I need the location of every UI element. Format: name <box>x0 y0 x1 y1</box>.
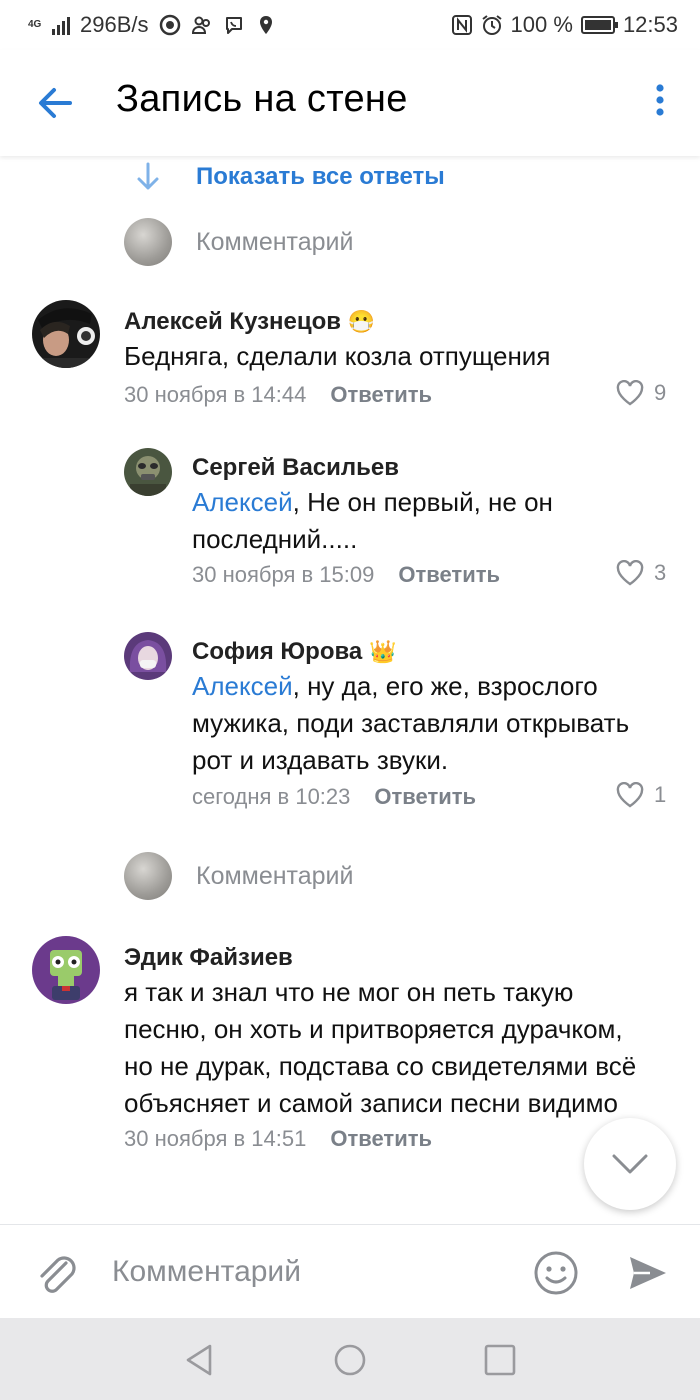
comment-meta: сегодня в 10:23 Ответить <box>192 784 476 810</box>
comment-meta: 30 ноября в 15:09 Ответить <box>192 562 500 588</box>
reply-comment-field[interactable]: Комментарий <box>124 852 353 900</box>
reply-button[interactable]: Ответить <box>330 382 432 408</box>
reply-comment-placeholder: Комментарий <box>196 861 354 890</box>
heart-icon <box>616 782 644 808</box>
comment-meta: 30 ноября в 14:44 Ответить <box>124 382 432 408</box>
user-photo-icon <box>124 448 172 496</box>
reply-button[interactable]: Ответить <box>330 1126 432 1152</box>
arrow-left-icon[interactable] <box>30 78 80 128</box>
comment-text: Бедняга, сделали козла отпущения <box>124 341 551 371</box>
battery-level-fill <box>584 20 611 30</box>
alarm-icon <box>481 15 502 35</box>
reply-comment-field[interactable]: Комментарий <box>124 218 353 266</box>
like-button[interactable]: 9 <box>616 380 666 406</box>
more-vertical-icon[interactable] <box>650 82 670 122</box>
arrow-down-icon <box>137 162 159 190</box>
like-button[interactable]: 3 <box>616 560 666 586</box>
show-all-replies-label: Показать все ответы <box>196 163 445 190</box>
comment-author[interactable]: София Юрова 👑 <box>192 638 396 666</box>
comment-input[interactable]: Комментарий <box>112 1255 301 1289</box>
location-icon <box>259 16 272 34</box>
user-photo-icon <box>32 300 100 368</box>
author-name: Алексей Кузнецов <box>124 308 342 335</box>
signal-icon <box>52 15 70 35</box>
user-photo-icon <box>32 936 100 1004</box>
smile-icon[interactable] <box>532 1249 580 1297</box>
show-all-replies-link[interactable]: Показать все ответы <box>134 160 445 194</box>
avatar[interactable] <box>32 300 100 368</box>
people-icon <box>191 16 210 34</box>
comment-date: 30 ноября в 15:09 <box>192 562 375 587</box>
avatar <box>124 218 172 266</box>
like-count: 1 <box>654 782 667 807</box>
user-photo-icon <box>124 632 172 680</box>
comment-meta: 30 ноября в 14:51 Ответить <box>124 1126 432 1152</box>
app-bar: Запись на стене <box>0 50 700 156</box>
avatar[interactable] <box>124 448 172 496</box>
heart-icon <box>616 380 644 406</box>
battery-percent: 100 % <box>510 12 573 37</box>
nav-recents-icon[interactable] <box>482 1342 518 1378</box>
avatar[interactable] <box>124 632 172 680</box>
record-icon <box>159 14 180 36</box>
comment-date: сегодня в 10:23 <box>192 784 351 809</box>
comment-author[interactable]: Алексей Кузнецов 😷 <box>124 308 375 336</box>
avatar <box>124 852 172 900</box>
status-bar: 4G 296B/s 100 % 12:53 <box>0 0 700 50</box>
comment-author[interactable]: Сергей Васильев <box>192 454 399 482</box>
viber-icon <box>225 17 242 34</box>
comment-text: Алексей, ну да, его же, взрослого мужика… <box>192 668 672 779</box>
nfc-icon <box>451 15 472 35</box>
paperclip-icon[interactable] <box>34 1249 78 1297</box>
avatar[interactable] <box>32 936 100 1004</box>
reply-comment-item: Сергей Васильев Алексей, Не он первый, н… <box>0 448 700 598</box>
author-name: София Юрова <box>192 638 363 665</box>
crown-emoji-icon: 👑 <box>368 639 397 664</box>
like-count: 3 <box>654 560 667 585</box>
system-navigation-bar <box>0 1318 700 1400</box>
comment-text: я так и знал что не мог он петь такую пе… <box>124 977 637 1118</box>
network-type-indicator: 4G <box>28 19 42 30</box>
chevron-down-icon <box>612 1154 648 1174</box>
reply-button[interactable]: Ответить <box>398 562 500 588</box>
like-count: 9 <box>654 380 667 405</box>
network-speed: 296B/s <box>80 12 149 37</box>
compose-bar: Комментарий <box>0 1224 700 1318</box>
comment-text: Алексей, Не он первый, не он последний..… <box>192 484 622 558</box>
mention-link[interactable]: Алексей <box>192 487 293 517</box>
mask-emoji-icon: 😷 <box>347 309 376 334</box>
page-title: Запись на стене <box>116 78 408 120</box>
nav-back-icon[interactable] <box>182 1342 218 1378</box>
comments-feed[interactable]: Показать все ответы Комментарий Алексей … <box>0 156 700 1224</box>
like-button[interactable]: 1 <box>616 782 666 808</box>
comment-date: 30 ноября в 14:51 <box>124 1126 307 1151</box>
reply-comment-item: София Юрова 👑 Алексей, ну да, его же, вз… <box>0 632 700 822</box>
reply-comment-placeholder: Комментарий <box>196 227 354 256</box>
battery-icon <box>580 16 618 34</box>
clock: 12:53 <box>622 12 678 37</box>
comment-date: 30 ноября в 14:44 <box>124 382 307 407</box>
mention-link[interactable]: Алексей <box>192 671 293 701</box>
heart-icon <box>616 560 644 586</box>
comment-author[interactable]: Эдик Файзиев <box>124 944 293 972</box>
send-icon[interactable] <box>626 1251 670 1295</box>
reply-button[interactable]: Ответить <box>374 784 476 810</box>
scroll-to-bottom-button[interactable] <box>584 1118 676 1210</box>
nav-home-icon[interactable] <box>332 1342 368 1378</box>
comment-item: Алексей Кузнецов 😷 Бедняга, сделали козл… <box>0 300 700 410</box>
